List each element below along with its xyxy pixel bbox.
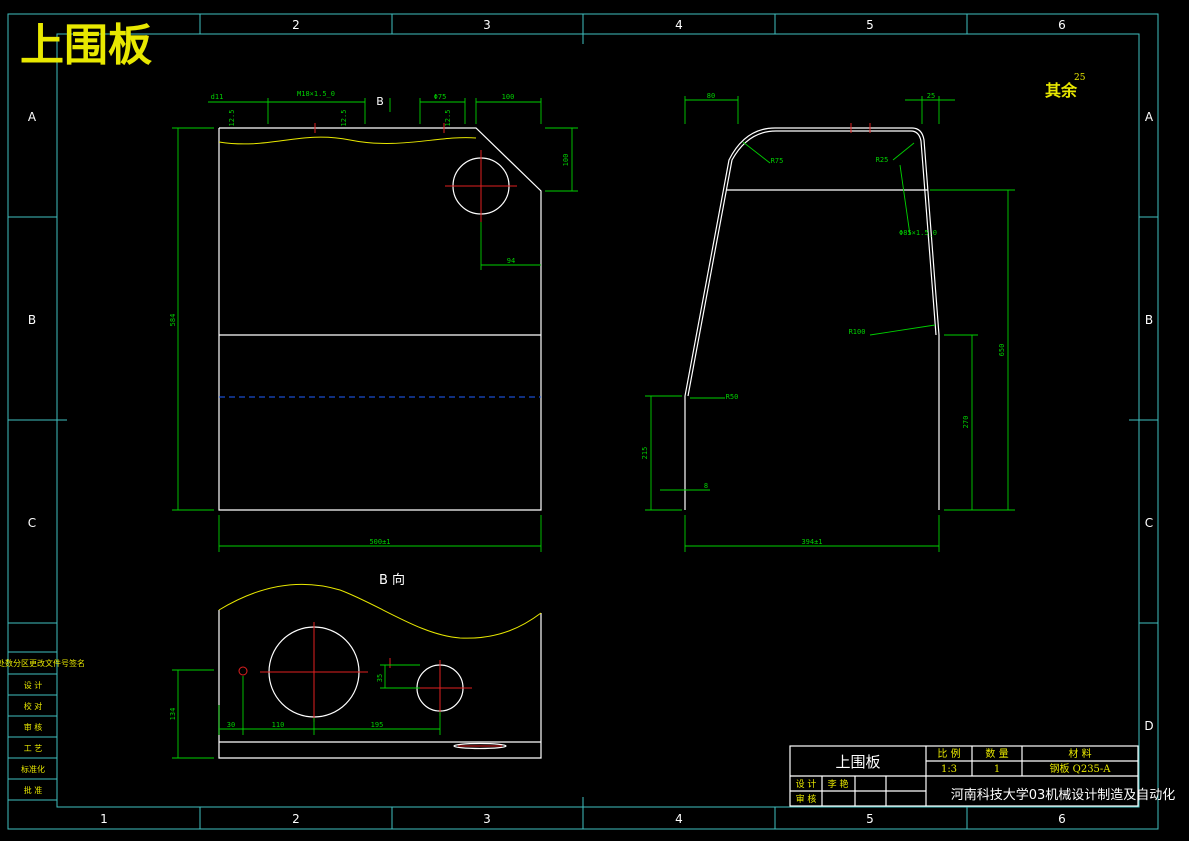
side-dims bbox=[645, 96, 1015, 552]
dim-bv-30: 30 bbox=[227, 721, 235, 729]
dim-side-width: 394±1 bbox=[801, 538, 822, 546]
title-qty: 1 bbox=[994, 764, 1000, 775]
dim-bv-35: 35 bbox=[376, 674, 384, 682]
side-view bbox=[684, 123, 940, 510]
dim-r100: R100 bbox=[849, 328, 866, 336]
dim-12-5-b: 12.5 bbox=[340, 110, 348, 127]
col-label-bottom-2: 2 bbox=[292, 812, 300, 826]
row-label-right-b: B bbox=[1145, 313, 1153, 327]
col-label-bottom-3: 3 bbox=[483, 812, 491, 826]
b-view-dims bbox=[172, 664, 441, 759]
title-qty-header: 数 量 bbox=[985, 747, 1008, 760]
view-b-marker: B bbox=[376, 95, 384, 108]
surface-note: 其余 bbox=[1045, 81, 1078, 100]
col-label-top-5: 5 bbox=[866, 18, 874, 32]
col-label-bottom-1: 1 bbox=[100, 812, 108, 826]
dim-r50: R50 bbox=[726, 393, 739, 401]
left-table-row-5: 标准化 bbox=[21, 764, 45, 774]
dim-r75: R75 bbox=[771, 157, 784, 165]
dim-side-270: 270 bbox=[962, 416, 970, 429]
surface-note-value: 25 bbox=[1074, 73, 1086, 83]
dim-front-width: 500±1 bbox=[369, 538, 390, 546]
dim-side-tol: Φ85×1.5_0 bbox=[899, 229, 937, 237]
dim-side-80: 80 bbox=[707, 92, 715, 100]
title-school: 河南科技大学03机械设计制造及自动化 bbox=[951, 787, 1176, 803]
col-label-top-3: 3 bbox=[483, 18, 491, 32]
dim-12-5-c: 12.5 bbox=[444, 110, 452, 127]
title-scale-header: 比 例 bbox=[937, 747, 960, 760]
front-view bbox=[218, 123, 542, 511]
left-table-row-0: 标记处数分区更改文件号签名 bbox=[0, 658, 85, 668]
dim-side-25: 25 bbox=[927, 92, 935, 100]
title-material: 钢板 Q235-A bbox=[1049, 762, 1111, 775]
dim-side-8: 8 bbox=[704, 482, 708, 490]
b-view-pin-hole bbox=[238, 666, 248, 676]
dim-chamfer-v: 100 bbox=[562, 154, 570, 167]
title-reviewer-label: 审 核 bbox=[796, 793, 817, 805]
outer-border bbox=[7, 13, 1159, 830]
col-label-bottom-4: 4 bbox=[675, 812, 683, 826]
left-table-row-1: 设 计 bbox=[24, 680, 43, 690]
dim-12-5-a: 12.5 bbox=[228, 110, 236, 127]
row-label-left-a: A bbox=[28, 110, 37, 124]
dim-phi75: Φ75 bbox=[434, 93, 447, 101]
dim-bv-110: 110 bbox=[272, 721, 285, 729]
dim-side-650: 650 bbox=[998, 344, 1006, 357]
dim-bv-195: 195 bbox=[371, 721, 384, 729]
left-table-row-3: 审 核 bbox=[24, 722, 43, 732]
dim-bv-134: 134 bbox=[169, 708, 177, 721]
dim-chamfer-h: 100 bbox=[502, 93, 515, 101]
col-label-top-4: 4 bbox=[675, 18, 683, 32]
title-designer-label: 设 计 bbox=[796, 778, 817, 790]
b-view bbox=[218, 583, 542, 759]
left-table-row-2: 校 对 bbox=[24, 701, 43, 711]
dim-hole-offset: 94 bbox=[507, 257, 515, 265]
left-table-row-4: 工 艺 bbox=[24, 744, 43, 753]
row-label-right-a: A bbox=[1145, 110, 1154, 124]
dim-r25: R25 bbox=[876, 156, 889, 164]
row-label-right-d: D bbox=[1144, 719, 1153, 733]
drawing-sheet: 2 3 4 5 6 1 2 3 4 5 6 A B C A B C D 上围板 … bbox=[0, 13, 1176, 830]
col-label-top-2: 2 bbox=[292, 18, 300, 32]
col-label-top-6: 6 bbox=[1058, 18, 1066, 32]
row-label-left-b: B bbox=[28, 313, 36, 327]
drawing-title: 上围板 bbox=[20, 20, 152, 71]
row-label-left-c: C bbox=[28, 516, 36, 530]
title-part-name: 上围板 bbox=[835, 753, 880, 771]
dim-side-215: 215 bbox=[641, 447, 649, 460]
dim-front-height: 584 bbox=[169, 314, 177, 327]
front-dims bbox=[172, 98, 578, 552]
title-material-header: 材 料 bbox=[1068, 747, 1091, 760]
row-label-right-c: C bbox=[1145, 516, 1153, 530]
dim-m18: M18×1.5_0 bbox=[297, 90, 335, 98]
left-table-row-6: 批 准 bbox=[24, 785, 43, 795]
title-designer-name: 李 艳 bbox=[828, 778, 849, 790]
col-label-bottom-5: 5 bbox=[866, 812, 874, 826]
zone-ticks bbox=[8, 14, 1158, 829]
view-b-direction: B 向 bbox=[379, 572, 405, 588]
col-label-bottom-6: 6 bbox=[1058, 812, 1066, 826]
title-scale: 1:3 bbox=[941, 764, 957, 775]
dim-d11: d11 bbox=[211, 93, 224, 101]
